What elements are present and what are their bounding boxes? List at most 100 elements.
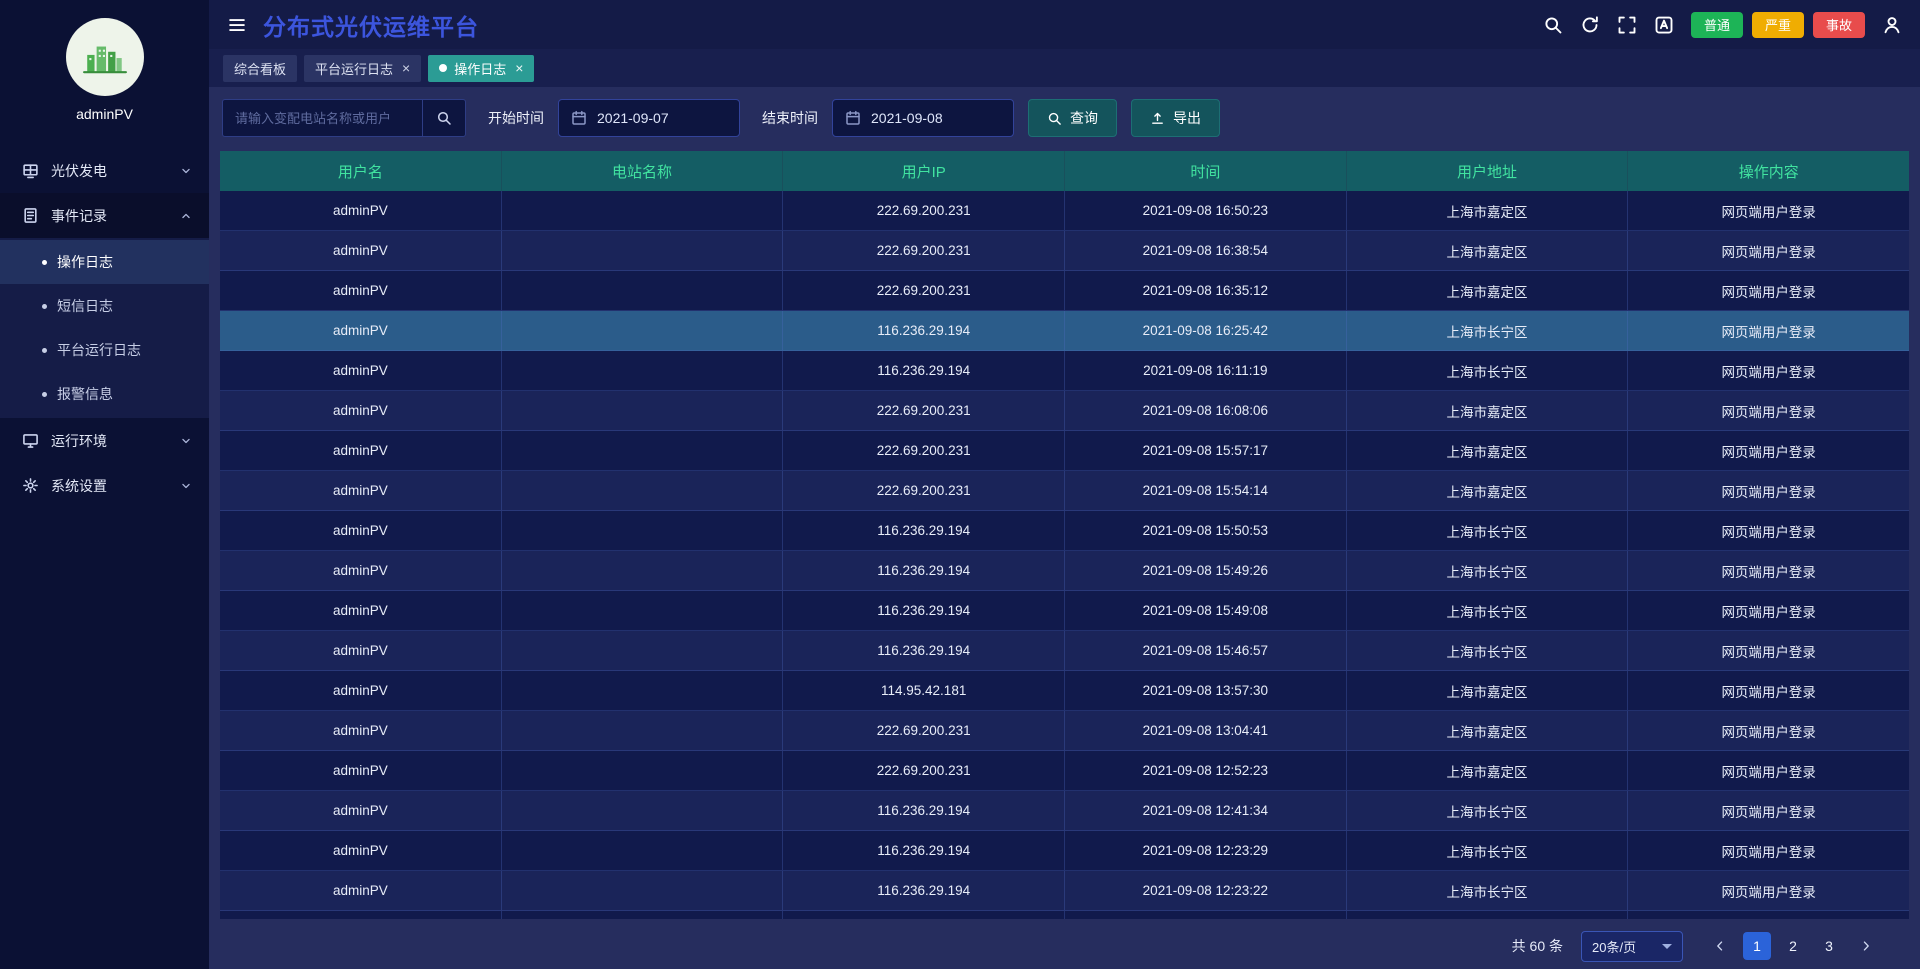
table-cell: 116.236.29.194 [783, 511, 1065, 551]
search-submit-button[interactable] [422, 99, 466, 137]
alert-pill-severe[interactable]: 严重 [1752, 12, 1804, 38]
table-row[interactable]: adminPV222.69.200.2312021-09-08 16:50:23… [220, 191, 1909, 231]
table-row[interactable]: adminPV114.95.42.1812021-09-08 13:57:30上… [220, 671, 1909, 711]
table-cell: 222.69.200.231 [783, 391, 1065, 431]
table-cell: 上海市长宁区 [1347, 511, 1629, 551]
table-cell: 上海市长宁区 [1347, 351, 1629, 391]
menu-label: 系统设置 [51, 476, 107, 496]
table-header: 用户名电站名称用户IP时间用户地址操作内容 [220, 151, 1909, 191]
sidebar-item-event-records[interactable]: 事件记录 [0, 193, 209, 238]
table-cell [502, 671, 784, 711]
prev-page-button[interactable] [1707, 933, 1733, 959]
sidebar-subitem-platform-run-log[interactable]: 平台运行日志 [0, 328, 209, 372]
calendar-icon [845, 110, 861, 126]
table-row[interactable]: adminPV116.236.29.1942021-09-08 12:41:34… [220, 791, 1909, 831]
sidebar-subitem-operation-log[interactable]: 操作日志 [0, 240, 209, 284]
sidebar-subitem-alarm-info[interactable]: 报警信息 [0, 372, 209, 416]
table-cell: adminPV [220, 231, 502, 271]
submenu-label: 短信日志 [57, 296, 113, 316]
page-button-3[interactable]: 3 [1815, 932, 1843, 960]
table-row[interactable]: adminPV 222.69.200.2312021-09-08 15:57:17… [220, 431, 1909, 471]
table-cell: 网页端用户登录 [1628, 791, 1909, 831]
table-cell [502, 631, 784, 671]
table-row[interactable]: adminPV116.236.29.1942021-09-08 15:49:08… [220, 591, 1909, 631]
table-row[interactable]: adminPV116.236.29.1942021-09-08 15:50:53… [220, 511, 1909, 551]
alert-pill-accident[interactable]: 事故 [1813, 12, 1865, 38]
next-page-button[interactable] [1853, 933, 1879, 959]
table-cell: adminPV [220, 831, 502, 871]
user-icon[interactable] [1882, 15, 1902, 35]
start-date-picker[interactable]: 2021-09-07 [558, 99, 740, 137]
sidebar-subitem-sms-log[interactable]: 短信日志 [0, 284, 209, 328]
page-button-2[interactable]: 2 [1779, 932, 1807, 960]
table-cell: 2021-09-08 15:57:17 [1065, 431, 1347, 471]
table-row[interactable]: adminPV222.69.200.2312021-09-08 16:08:06… [220, 391, 1909, 431]
table-row[interactable]: adminPV116.236.29.1942021-09-08 15:49:26… [220, 551, 1909, 591]
sidebar-item-system-settings[interactable]: 系统设置 [0, 463, 209, 508]
translate-icon[interactable] [1654, 15, 1674, 35]
chevron-down-icon [179, 479, 193, 493]
table-row[interactable]: adminPV116.236.29.1942021-09-08 15:46:57… [220, 631, 1909, 671]
search-icon [436, 110, 452, 126]
table-cell: 网页端用户登录 [1628, 471, 1909, 511]
table-row[interactable]: adminPV222.69.200.2312021-09-08 15:54:14… [220, 471, 1909, 511]
table-cell: adminPV [220, 671, 502, 711]
submenu-label: 报警信息 [57, 384, 113, 404]
tab-operation-log[interactable]: 操作日志 × [428, 55, 534, 82]
refresh-icon[interactable] [1580, 15, 1600, 35]
export-icon [1150, 111, 1165, 126]
table-cell: adminPV [220, 271, 502, 311]
table-cell: 上海市嘉定区 [1347, 191, 1629, 231]
query-button[interactable]: 查询 [1028, 99, 1117, 137]
start-time-label: 开始时间 [488, 108, 544, 128]
table-row[interactable]: adminPV222.69.200.2312021-09-08 16:38:54… [220, 231, 1909, 271]
table-cell: 2021-09-08 12:23:29 [1065, 831, 1347, 871]
alert-pill-normal[interactable]: 普通 [1691, 12, 1743, 38]
close-tab-icon[interactable]: × [402, 61, 410, 75]
sidebar-item-runtime-env[interactable]: 运行环境 [0, 418, 209, 463]
close-tab-icon[interactable]: × [515, 61, 523, 75]
tab-platform-run-log[interactable]: 平台运行日志 × [304, 55, 421, 82]
table-row[interactable]: adminPV116.236.29.1942021-09-08 16:11:19… [220, 351, 1909, 391]
table-cell: 网页端用户登录 [1628, 671, 1909, 711]
table-cell: 上海市嘉定区 [1347, 471, 1629, 511]
table-cell: 222.69.200.231 [783, 191, 1065, 231]
search-input[interactable] [222, 99, 422, 137]
end-date-value: 2021-09-08 [871, 110, 943, 126]
table-cell: adminPV [220, 191, 502, 231]
page-size-select[interactable]: 20条/页 [1581, 931, 1683, 962]
page-button-1[interactable]: 1 [1743, 932, 1771, 960]
table-row[interactable]: adminPV116.236.29.1942021-09-08 16:25:42… [220, 311, 1909, 351]
table-row[interactable]: adminPV222.69.200.2312021-09-08 11:20:15… [220, 911, 1909, 919]
settings-tools-icon [22, 477, 39, 494]
search-icon[interactable] [1543, 15, 1563, 35]
tab-label: 平台运行日志 [315, 59, 393, 78]
alert-pills: 普通严重事故 [1691, 12, 1865, 38]
tab-dashboard[interactable]: 综合看板 [223, 55, 297, 82]
table-cell: 上海市长宁区 [1347, 591, 1629, 631]
table-cell: 2021-09-08 15:49:08 [1065, 591, 1347, 631]
table-row[interactable]: adminPV222.69.200.2312021-09-08 16:35:12… [220, 271, 1909, 311]
tab-label: 操作日志 [454, 59, 506, 78]
main-area: 分布式光伏运维平台 普通严重事故 综合看板平台运行日志×操作日志× 开始时间 2… [209, 0, 1920, 969]
table-cell: 网页端用户登录 [1628, 231, 1909, 271]
table-row[interactable]: adminPV116.236.29.1942021-09-08 12:23:29… [220, 831, 1909, 871]
export-button[interactable]: 导出 [1131, 99, 1220, 137]
column-header: 时间 [1065, 151, 1347, 191]
sidebar: adminPV 光伏发电事件记录操作日志短信日志平台运行日志报警信息运行环境系统… [0, 0, 209, 969]
column-header: 用户地址 [1347, 151, 1629, 191]
table-cell: 222.69.200.231 [783, 431, 1065, 471]
table-row[interactable]: adminPV222.69.200.2312021-09-08 12:52:23… [220, 751, 1909, 791]
table-cell: 2021-09-08 15:54:14 [1065, 471, 1347, 511]
table-cell: 网页端用户登录 [1628, 711, 1909, 751]
end-date-picker[interactable]: 2021-09-08 [832, 99, 1014, 137]
fullscreen-icon[interactable] [1617, 15, 1637, 35]
sidebar-item-pv-generation[interactable]: 光伏发电 [0, 148, 209, 193]
table-cell: 2021-09-08 16:11:19 [1065, 351, 1347, 391]
hamburger-menu-icon[interactable] [227, 15, 247, 35]
table-row[interactable]: adminPV222.69.200.2312021-09-08 13:04:41… [220, 711, 1909, 751]
table-row[interactable]: adminPV116.236.29.1942021-09-08 12:23:22… [220, 871, 1909, 911]
table-cell: adminPV [220, 431, 502, 471]
sidebar-menu: 光伏发电事件记录操作日志短信日志平台运行日志报警信息运行环境系统设置 [0, 148, 209, 508]
table-cell: adminPV [220, 391, 502, 431]
